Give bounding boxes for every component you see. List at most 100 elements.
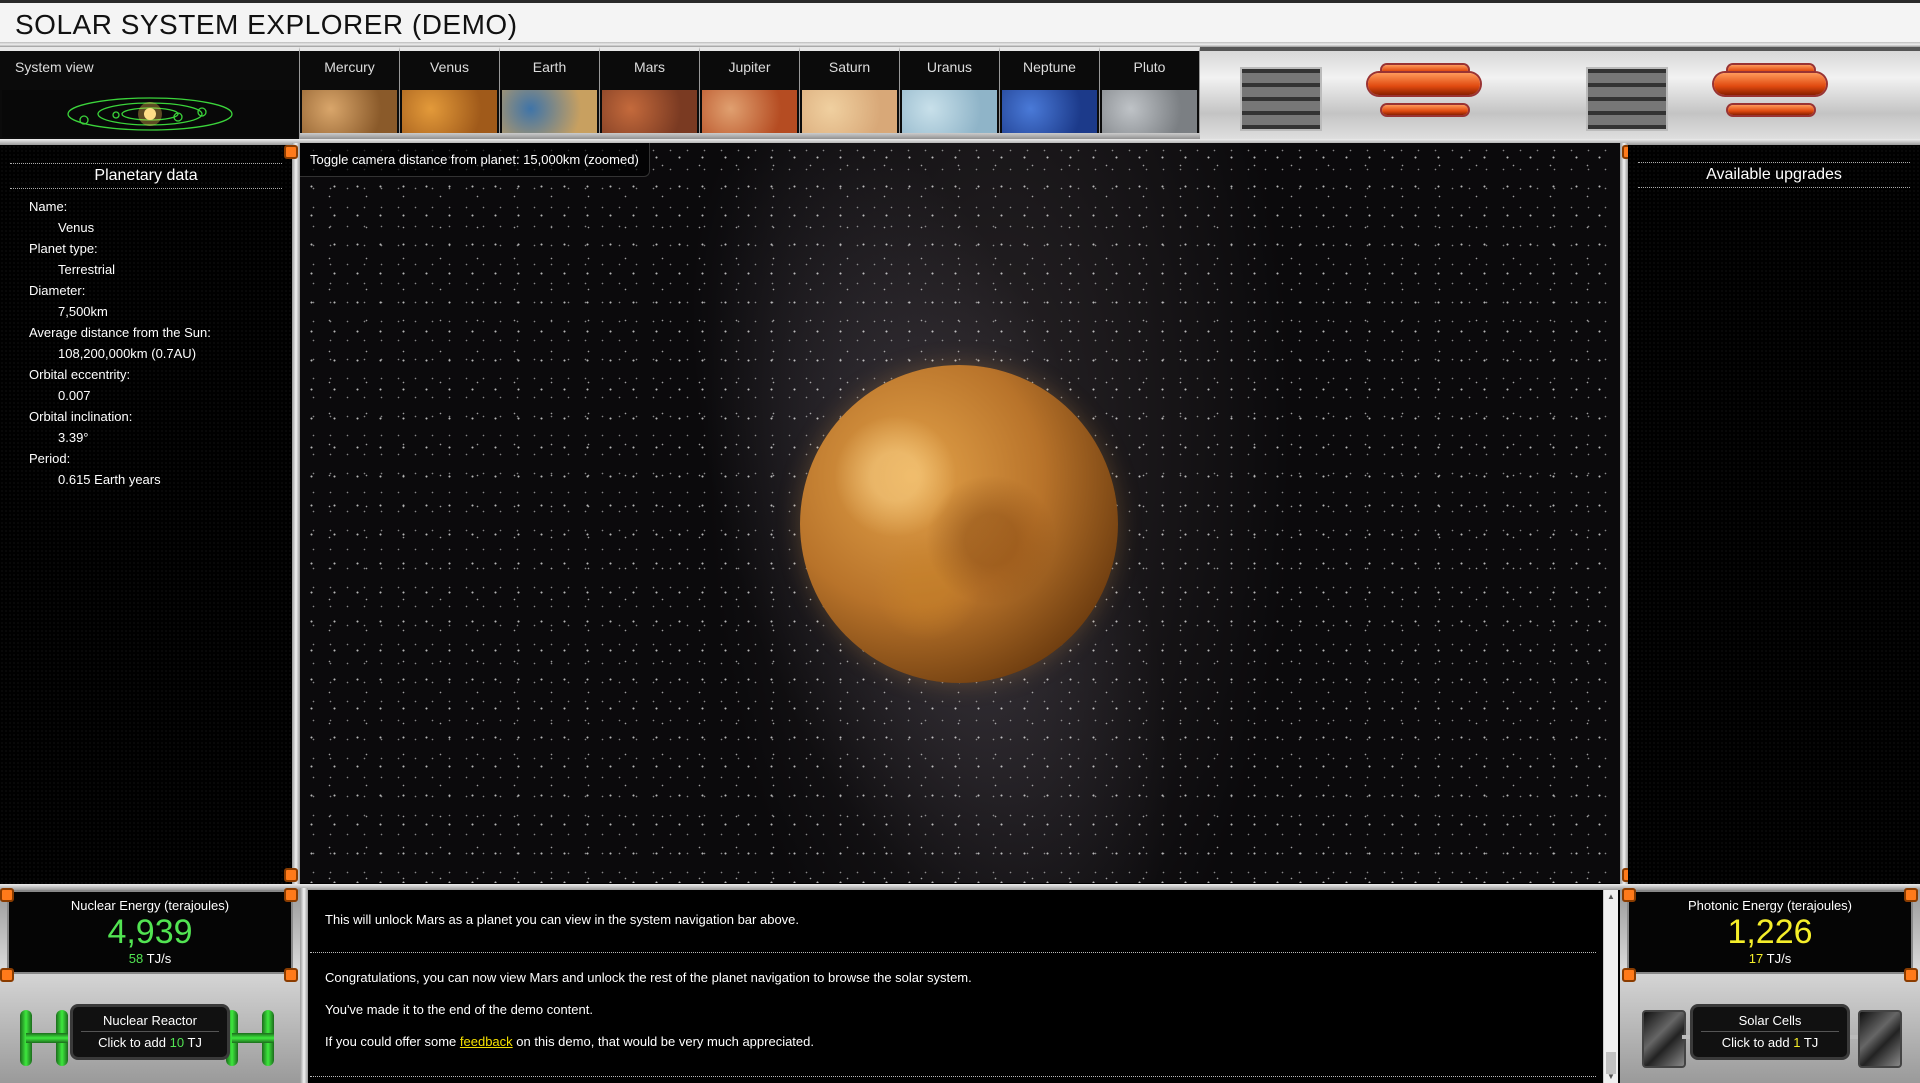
click-prefix: Click to add [1721,1035,1794,1050]
data-field-value: 108,200,000km (0.7AU) [58,346,197,361]
decorative-machinery [1200,47,1920,140]
nuclear-click-text: Click to add 10 TJ [81,1031,219,1050]
planet-thumbnail-icon [402,90,497,137]
planet-thumbnail-icon [302,90,397,137]
log-divider [310,1076,1596,1077]
nav-planet-label: Mars [633,59,666,75]
planet-thumbnail-icon [1002,90,1097,137]
click-amount: 10 [169,1035,185,1050]
data-field-value: Venus [58,220,95,235]
data-field-label: Orbital inclination: [29,409,133,424]
nuclear-rate-unit: TJ/s [143,951,172,966]
divider [292,143,300,888]
divider [1620,143,1628,888]
planet-thumbnail-icon [702,90,797,137]
data-field-label: Average distance from the Sun: [29,325,211,340]
corner-bolt-icon [284,888,298,902]
planet-venus[interactable] [800,365,1118,683]
data-field-value: 0.007 [58,388,91,403]
log-text: on this demo, that would be very much ap… [512,1034,814,1049]
corner-bolt-icon [284,145,298,159]
nav-planet-earth[interactable]: Earth [500,47,600,140]
planetary-data-list: Name: Venus Planet type: Terrestrial Diamete… [29,196,211,490]
message-log: This will unlock Mars as a planet you ca… [310,890,1596,1083]
nav-planet-saturn[interactable]: Saturn [800,47,900,140]
log-scrollbar[interactable]: ▲ ▼ [1603,890,1618,1083]
app-title: SOLAR SYSTEM EXPLORER (DEMO) [15,9,518,40]
corner-bolt-icon [1904,888,1918,902]
nav-planet-label: Mercury [324,59,375,75]
vent-icon [1240,67,1322,131]
nav-planet-label: Saturn [828,59,871,75]
data-field-label: Orbital eccentrity: [29,367,131,382]
solar-cells-label: Solar Cells [1738,1013,1802,1028]
planet-thumbnail-icon [502,90,597,137]
nav-system-view[interactable]: System view [0,47,300,140]
data-field-value: 0.615 Earth years [58,472,161,487]
solar-system-icon [2,90,298,137]
solar-panel-icon [1858,1010,1902,1068]
nav-planet-mars[interactable]: Mars [600,47,700,140]
nav-system-view-label: System view [15,59,94,75]
capsule-icon [1714,73,1826,95]
nav-planet-label: Venus [430,59,469,75]
capsule-icon [1728,105,1814,115]
nav-planet-venus[interactable]: Venus [400,47,500,140]
photonic-energy-rate: 17 TJ/s [1629,951,1911,966]
nav-planet-uranus[interactable]: Uranus [900,47,1000,140]
nuclear-energy-value: 4,939 [107,913,193,951]
solar-cells-button[interactable]: Solar Cells Click to add 1 TJ [1690,1004,1850,1060]
nav-planet-jupiter[interactable]: Jupiter [700,47,800,140]
log-message: You've made it to the end of the demo co… [325,1002,593,1017]
photonic-rate-value: 17 [1748,951,1764,966]
nav-planet-label: Pluto [1133,59,1166,75]
camera-distance-toggle[interactable]: Toggle camera distance from planet: 15,0… [300,143,650,177]
planet-navigation: System view Mercury Venus Earth Mars Jupiter… [0,47,1920,140]
nav-planet-label: Neptune [1023,59,1076,75]
corner-bolt-icon [0,968,14,982]
corner-bolt-icon [284,968,298,982]
scroll-down-icon[interactable]: ▼ [1604,1072,1618,1081]
log-message: Congratulations, you can now view Mars a… [325,970,972,985]
planet-thumbnail-icon [602,90,697,137]
photonic-rate-unit: TJ/s [1763,951,1792,966]
scroll-thumb[interactable] [1606,1052,1616,1074]
reactor-coil-icon [226,1010,280,1066]
planet-thumbnail-icon [902,90,997,137]
log-divider [310,952,1596,953]
divider [300,888,308,1083]
data-field-label: Name: [29,199,68,214]
scroll-up-icon[interactable]: ▲ [1604,892,1618,901]
nuclear-energy-rate: 58 TJ/s [9,951,291,966]
log-text: If you could offer some [325,1034,460,1049]
vent-icon [1586,67,1668,131]
data-field-label: Diameter: [29,283,86,298]
feedback-link[interactable]: feedback [460,1034,513,1049]
nuclear-reactor-button[interactable]: Nuclear Reactor Click to add 10 TJ [70,1004,230,1060]
corner-bolt-icon [1622,968,1636,982]
nav-planet-mercury[interactable]: Mercury [300,47,400,140]
nav-planet-label: Uranus [926,59,973,75]
corner-bolt-icon [1622,888,1636,902]
click-unit: TJ [184,1035,202,1050]
capsule-icon [1382,105,1468,115]
data-field-value: Terrestrial [58,262,116,277]
log-message: If you could offer some feedback on this… [325,1034,814,1049]
corner-bolt-icon [0,888,14,902]
planet-viewport[interactable]: Toggle camera distance from planet: 15,0… [300,143,1620,883]
photonic-energy-display: Photonic Energy (terajoules) 1,226 17 TJ… [1627,890,1913,974]
photonic-energy-label: Photonic Energy (terajoules) [1687,898,1853,913]
nav-planet-pluto[interactable]: Pluto [1100,47,1200,140]
photonic-energy-value: 1,226 [1727,913,1813,951]
data-field-value: 7,500km [58,304,108,319]
data-field-label: Period: [29,451,71,466]
nav-planet-neptune[interactable]: Neptune [1000,47,1100,140]
nav-planet-label: Jupiter [728,59,771,75]
nav-planet-label: Earth [532,59,567,75]
click-unit: TJ [1800,1035,1819,1050]
data-field-value: 3.39° [58,430,89,445]
nuclear-generator: Nuclear Reactor Click to add 10 TJ [0,1000,300,1083]
upgrades-panel: Available upgrades [1628,145,1920,885]
upgrades-title: Available upgrades [1638,162,1910,188]
nuclear-rate-value: 58 [128,951,144,966]
